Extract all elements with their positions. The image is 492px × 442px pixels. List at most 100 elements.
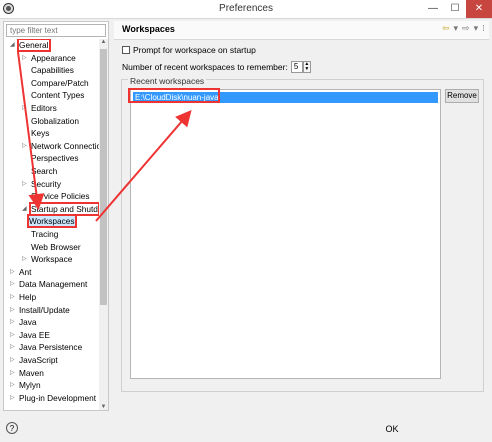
tree-item-label: Workspace [31, 254, 73, 265]
tree-item-label: Capabilities [31, 65, 74, 76]
tree-item-label: Service Policies [31, 191, 90, 202]
recent-count-input[interactable]: 5 [290, 61, 303, 73]
tree-item[interactable]: Tracing [31, 228, 58, 240]
tree-item[interactable]: ▷ Appearance [22, 52, 76, 64]
window-title: Preferences [219, 3, 273, 14]
help-icon[interactable]: ? [6, 422, 18, 434]
workspace-list[interactable]: E:\CloudDisk\nuan-java [130, 89, 441, 379]
tree-item-label: Network Connectio [31, 140, 100, 151]
tree-item-label: Help [19, 292, 37, 302]
recent-count-spinner[interactable]: ▲ ▼ [302, 61, 311, 73]
tree-item[interactable]: Perspectives [31, 152, 79, 164]
collapsed-twisty-icon[interactable]: ▷ [10, 329, 18, 341]
tree-item-label: Web Browser [31, 241, 81, 252]
expanded-twisty-icon[interactable]: ◢ [10, 39, 18, 51]
tree-item-label: Workspaces [27, 214, 77, 229]
collapsed-twisty-icon[interactable]: ▷ [10, 379, 18, 391]
tree-item-label: Java Persistence [19, 342, 83, 353]
minimize-icon[interactable]: — [422, 0, 444, 18]
tree-item[interactable]: ▷ Editors [22, 102, 57, 114]
close-icon[interactable]: ✕ [466, 0, 492, 18]
filter-input[interactable] [6, 24, 106, 37]
tree-item[interactable]: ▷ Security [22, 178, 61, 190]
tree-item[interactable]: Workspaces [27, 214, 77, 229]
collapsed-twisty-icon[interactable]: ▷ [22, 102, 30, 114]
tree-item[interactable]: Globalization [31, 115, 79, 127]
tree-item[interactable]: ◢ General [10, 39, 51, 52]
tree-item[interactable]: ▷ Java Persistence [10, 341, 83, 353]
tree-item-label: Search [31, 166, 58, 176]
scroll-up-icon[interactable]: ▲ [99, 39, 108, 45]
tree-item-label: Compare/Patch [31, 77, 89, 88]
tree-item[interactable]: Keys [31, 127, 49, 139]
tree-item-label: Java [19, 317, 37, 328]
collapsed-twisty-icon[interactable]: ▷ [10, 341, 18, 353]
tree-item-label: Content Types [31, 90, 85, 101]
nav-controls: ⇦ ▾ ⇨ ▾ ⁝ [438, 23, 485, 34]
ok-button[interactable]: OK [372, 421, 412, 437]
tree-item[interactable]: ▷ Plug-in Development [10, 392, 96, 404]
back-arrow-icon[interactable]: ⇦ [442, 23, 450, 33]
collapsed-twisty-icon[interactable]: ▷ [22, 140, 30, 152]
tree-item[interactable]: Search [31, 165, 57, 177]
collapsed-twisty-icon[interactable]: ▷ [10, 392, 18, 404]
tree-item[interactable]: ▷ Ant [10, 266, 31, 278]
tree-item-label: General [17, 39, 51, 52]
tree-item[interactable]: ▷ Java EE [10, 329, 50, 341]
tree-item[interactable]: ▷ Data Management [10, 278, 88, 290]
group-title: Recent workspaces [128, 76, 207, 86]
remove-button[interactable]: Remove [445, 89, 479, 103]
recent-count-row: Number of recent workspaces to remember:… [122, 61, 311, 73]
tree-item[interactable]: ▷ Network Connectio [22, 140, 100, 152]
tree-item[interactable]: ▷ Maven [10, 367, 44, 379]
tree-item-label: Tracing [31, 229, 59, 239]
title-bar: Preferences — ☐ ✕ [0, 0, 492, 19]
tree-item[interactable]: Compare/Patch [31, 77, 89, 89]
tree-item-label: Mylyn [19, 380, 41, 391]
tree-item[interactable]: Web Browser [31, 241, 81, 253]
tree-item-label: Appearance [31, 52, 76, 63]
collapsed-twisty-icon[interactable]: ▷ [22, 253, 30, 265]
tree-item-label: Globalization [31, 115, 79, 126]
tree-item[interactable]: ▷ Mylyn [10, 379, 41, 391]
recent-count-label: Number of recent workspaces to remember: [122, 62, 288, 72]
tree-scrollbar[interactable]: ▲ ▼ [99, 39, 108, 410]
tree-item[interactable]: Capabilities [31, 64, 74, 76]
maximize-icon[interactable]: ☐ [444, 0, 466, 18]
bottom-bar: ? OK [0, 414, 492, 442]
expanded-twisty-icon[interactable]: ◢ [22, 203, 30, 215]
view-menu-icon[interactable]: ⁝ [482, 23, 485, 33]
tree-item-label: Perspectives [31, 153, 79, 164]
collapsed-twisty-icon[interactable]: ▷ [10, 316, 18, 328]
collapsed-twisty-icon[interactable]: ▷ [22, 178, 30, 190]
tree-item-label: Security [31, 178, 61, 189]
page-title: Workspaces [122, 24, 175, 34]
prompt-checkbox[interactable] [122, 46, 130, 54]
collapsed-twisty-icon[interactable]: ▷ [10, 354, 18, 366]
tree-item[interactable]: ▷ Help [10, 291, 37, 303]
tree-item[interactable]: ▷ Workspace [22, 253, 73, 265]
collapsed-twisty-icon[interactable]: ▷ [10, 278, 18, 290]
back-dropdown-icon[interactable]: ▾ [454, 23, 459, 33]
tree-item-label: Keys [31, 128, 50, 139]
tree-item[interactable]: Content Types [31, 89, 84, 101]
tree-item[interactable]: ▷ Java [10, 316, 37, 328]
prompt-label: Prompt for workspace on startup [133, 45, 256, 55]
scroll-down-icon[interactable]: ▼ [99, 404, 108, 410]
collapsed-twisty-icon[interactable]: ▷ [10, 304, 18, 316]
page-header: Workspaces ⇦ ▾ ⇨ ▾ ⁝ [114, 21, 489, 40]
collapsed-twisty-icon[interactable]: ▷ [10, 291, 18, 303]
forward-arrow-icon[interactable]: ⇨ [462, 23, 470, 33]
tree-item-label: Maven [19, 367, 44, 378]
tree-item[interactable]: Service Policies [31, 190, 90, 202]
tree-item[interactable]: ◢ Startup and Shutd [22, 201, 100, 216]
scroll-thumb[interactable] [100, 49, 107, 305]
collapsed-twisty-icon[interactable]: ▷ [10, 266, 18, 278]
forward-dropdown-icon[interactable]: ▾ [474, 23, 479, 33]
collapsed-twisty-icon[interactable]: ▷ [10, 367, 18, 379]
collapsed-twisty-icon[interactable]: ▷ [22, 52, 30, 64]
tree-item-label: Data Management [19, 279, 88, 290]
tree-item[interactable]: ▷ Install/Update [10, 304, 70, 316]
tree-item[interactable]: ▷ JavaScript [10, 354, 58, 366]
prompt-row: Prompt for workspace on startup [122, 45, 256, 55]
